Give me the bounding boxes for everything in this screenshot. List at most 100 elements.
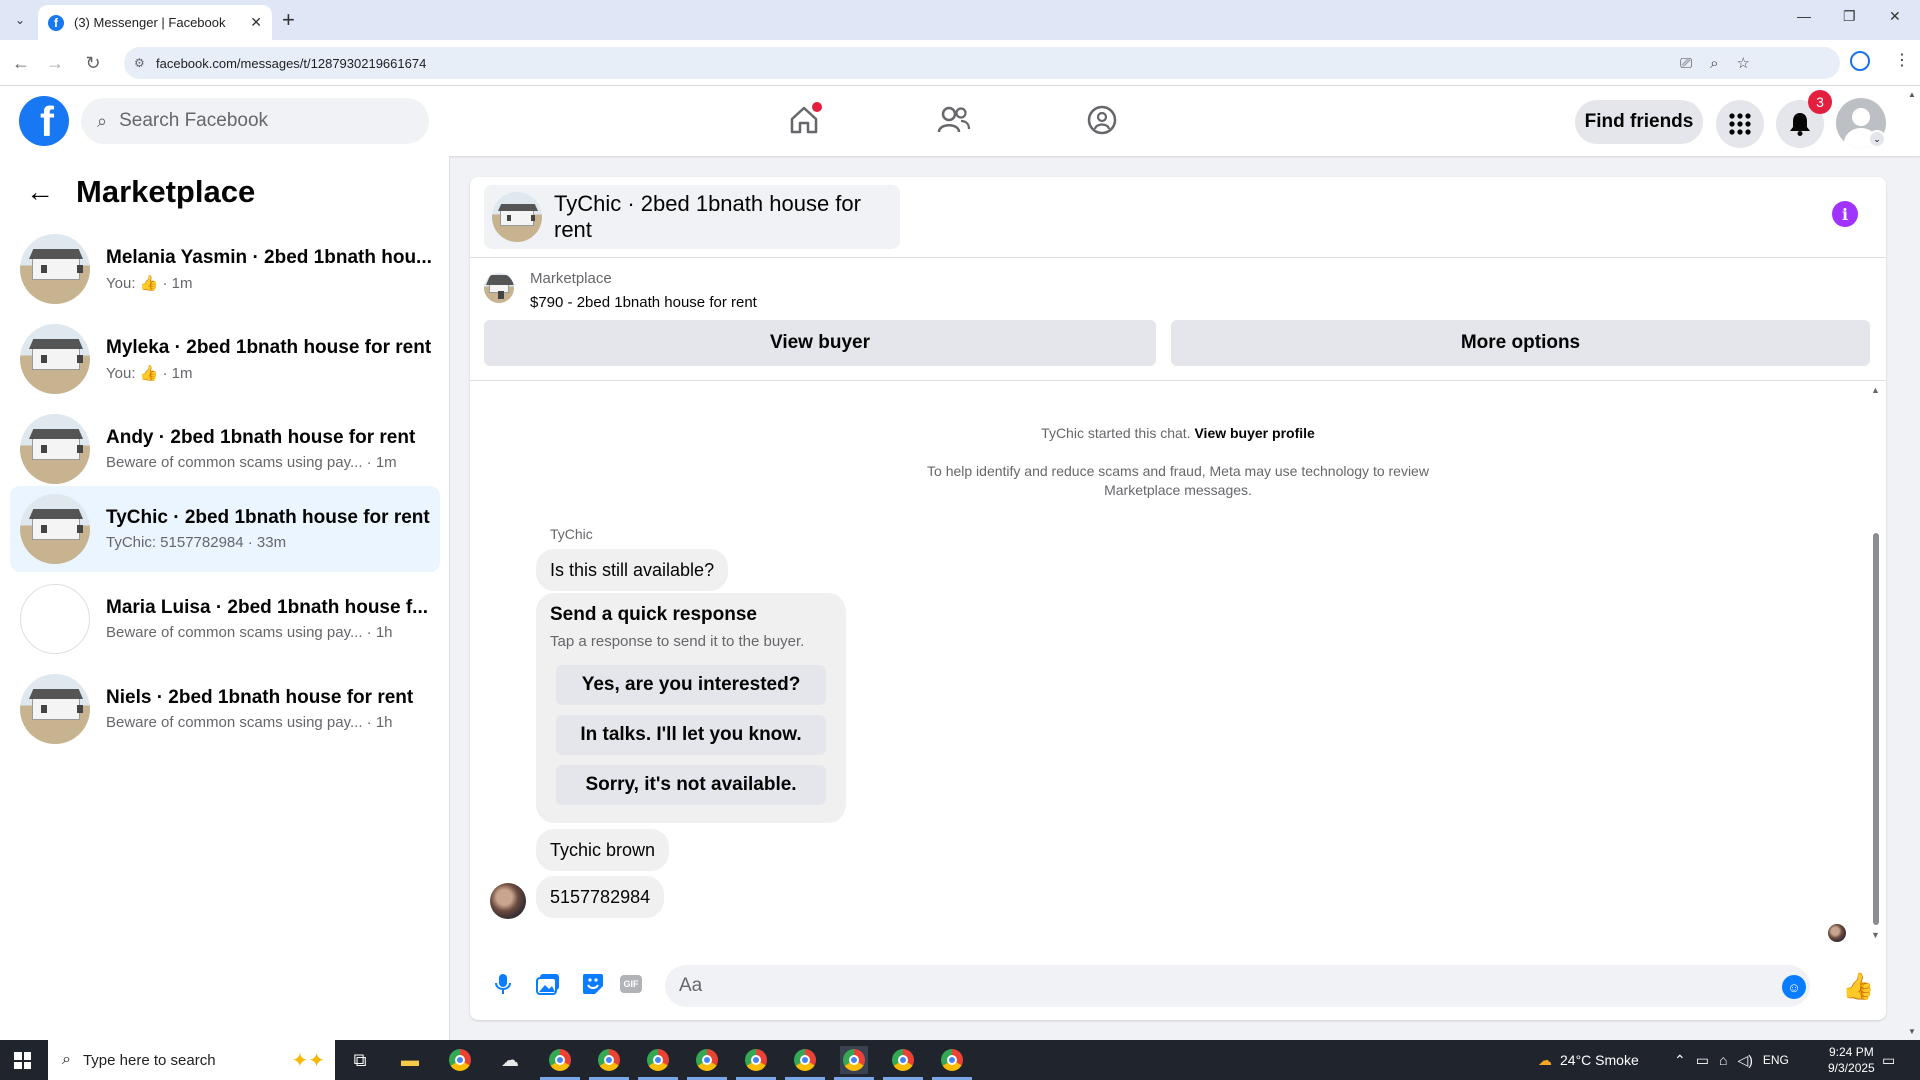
chrome-window-icon[interactable] — [883, 1046, 923, 1080]
view-buyer-button[interactable]: View buyer — [484, 320, 1156, 366]
message-bubble: Tychic brown — [536, 829, 670, 871]
conversation-name: Myleka · 2bed 1bnath house for rent — [106, 336, 432, 358]
listing-source: Marketplace — [530, 270, 612, 287]
groups-nav-icon[interactable] — [1082, 100, 1122, 140]
menu-grid-icon[interactable] — [1716, 100, 1764, 148]
chrome-window-icon[interactable] — [932, 1046, 972, 1080]
facebook-logo-icon[interactable]: f — [19, 96, 69, 146]
divider — [470, 257, 1886, 258]
chrome-window-icon[interactable] — [540, 1046, 580, 1080]
seen-receipt-avatar — [1828, 924, 1846, 942]
scroll-down-arrow-icon[interactable]: ▼ — [1871, 930, 1880, 940]
gif-icon[interactable]: GIF — [620, 975, 642, 993]
restore-icon[interactable]: ❐ — [1843, 8, 1856, 25]
chrome-window-icon[interactable] — [834, 1046, 874, 1080]
app-icon[interactable]: ☁ — [496, 1046, 524, 1074]
quick-response-not-available-button[interactable]: Sorry, it's not available. — [556, 765, 826, 805]
site-info-icon[interactable]: ⚙ — [134, 56, 145, 70]
conversation-name: Maria Luisa · 2bed 1bnath house f... — [106, 597, 428, 618]
network-icon[interactable]: ⌂ — [1719, 1052, 1727, 1068]
conversation-item-myleka[interactable]: Myleka · 2bed 1bnath house for rent You:… — [10, 316, 440, 402]
chrome-window-icon[interactable] — [589, 1046, 629, 1080]
clock-date: 9/3/2025 — [1828, 1061, 1875, 1075]
taskbar-search[interactable]: ⌕ Type here to search ✦✦ — [48, 1040, 335, 1080]
sender-avatar[interactable] — [490, 883, 526, 919]
listing-thumbnail — [20, 234, 90, 304]
taskbar-search-placeholder: Type here to search — [82, 1051, 216, 1069]
action-center-icon[interactable]: ▭ — [1882, 1040, 1895, 1080]
search-icon: ⌕ — [97, 110, 108, 131]
language-indicator[interactable]: ENG — [1763, 1053, 1789, 1067]
info-icon[interactable]: i — [1832, 201, 1858, 227]
window-close-icon[interactable]: ✕ — [1889, 8, 1901, 25]
chrome-window-icon[interactable] — [785, 1046, 825, 1080]
conversation-item-andy[interactable]: Andy · 2bed 1bnath house for rent Beware… — [10, 406, 440, 492]
zoom-icon[interactable]: ⌕ — [1710, 55, 1718, 72]
file-explorer-icon[interactable]: ▬ — [396, 1046, 424, 1074]
conversation-item-melania[interactable]: Melania Yasmin · 2bed 1bnath hou... You:… — [10, 226, 440, 312]
listing-thumbnail — [20, 324, 90, 394]
like-send-icon[interactable]: 👍 — [1842, 971, 1874, 1002]
friends-nav-icon[interactable] — [934, 100, 974, 140]
chat-title: TyChic · 2bed 1bnath house for rent — [554, 191, 861, 242]
quick-response-subtitle: Tap a response to send it to the buyer. — [550, 633, 805, 650]
browser-profile-icon[interactable] — [1850, 51, 1870, 71]
task-view-icon[interactable]: ⧉ — [346, 1046, 374, 1074]
back-arrow-icon[interactable]: ← — [26, 176, 54, 208]
page-scroll-down-icon[interactable]: ▼ — [1908, 1027, 1916, 1036]
tab-list-chevron-icon[interactable]: ⌄ — [8, 8, 32, 32]
chrome-profile-app-icon[interactable] — [446, 1046, 474, 1074]
conversation-name: Melania Yasmin · 2bed 1bnath hou... — [106, 246, 432, 268]
scroll-up-arrow-icon[interactable]: ▲ — [1871, 385, 1880, 395]
emoji-icon[interactable]: ☺ — [1782, 975, 1806, 999]
chat-started-notice: TyChic started this chat. View buyer pro… — [1041, 425, 1315, 441]
quick-response-yes-button[interactable]: Yes, are you interested? — [556, 665, 826, 705]
conversation-preview: You: 👍 · 1m — [106, 364, 193, 382]
conversation-preview: You: 👍 · 1m — [106, 274, 193, 292]
message-input[interactable] — [665, 965, 1810, 1007]
listing-thumbnail — [492, 192, 542, 242]
install-app-icon[interactable]: ⎚ — [1680, 55, 1692, 72]
find-friends-button[interactable]: Find friends — [1575, 100, 1703, 144]
quick-response-in-talks-button[interactable]: In talks. I'll let you know. — [556, 715, 826, 755]
clock[interactable]: 9:24 PM 9/3/2025 — [1828, 1044, 1875, 1076]
listing-price-title[interactable]: $790 - 2bed 1bnath house for rent — [530, 294, 757, 311]
bookmark-star-icon[interactable]: ☆ — [1737, 54, 1750, 72]
url-bar[interactable]: ⚙ facebook.com/messages/t/12879302196616… — [124, 47, 1840, 79]
quick-response-title: Send a quick response — [550, 604, 757, 625]
system-tray: ⌃ ▭ ⌂ ◁) ENG — [1674, 1040, 1789, 1080]
volume-icon[interactable]: ◁) — [1737, 1052, 1752, 1069]
sticker-icon[interactable] — [580, 971, 606, 997]
scrollbar-thumb[interactable] — [1873, 533, 1879, 925]
weather-widget[interactable]: ☁ 24°C Smoke — [1538, 1040, 1639, 1080]
microphone-icon[interactable] — [490, 971, 516, 997]
listing-thumbnail — [20, 584, 90, 654]
back-icon[interactable]: ← — [10, 52, 32, 74]
conversation-item-tychic[interactable]: TyChic · 2bed 1bnath house for rent TyCh… — [10, 486, 440, 572]
close-tab-icon[interactable]: ✕ — [250, 14, 262, 31]
conversation-item-maria-luisa[interactable]: Maria Luisa · 2bed 1bnath house f... Bew… — [10, 576, 440, 662]
page-scroll-up-icon[interactable]: ▲ — [1908, 90, 1916, 99]
account-chevron-down-icon[interactable]: ⌄ — [1868, 130, 1886, 148]
facebook-search-input[interactable]: ⌕ Search Facebook — [81, 98, 429, 144]
chat-scrollbar[interactable]: ▲ ▼ — [1870, 385, 1882, 945]
view-buyer-profile-link[interactable]: View buyer profile — [1194, 425, 1314, 441]
chat-header[interactable]: TyChic · 2bed 1bnath house for rent — [484, 185, 900, 249]
conversation-item-niels[interactable]: Niels · 2bed 1bnath house for rent Bewar… — [10, 666, 440, 752]
browser-menu-icon[interactable]: ⋮ — [1894, 50, 1910, 70]
more-options-button[interactable]: More options — [1171, 320, 1870, 366]
reload-icon[interactable]: ↻ — [82, 52, 104, 74]
windows-start-icon[interactable] — [14, 1052, 31, 1069]
meet-icon[interactable]: ▭ — [1696, 1052, 1709, 1069]
forward-icon[interactable]: → — [44, 52, 66, 74]
quick-response-card: Send a quick response Tap a response to … — [536, 593, 846, 823]
photo-attach-icon[interactable] — [535, 971, 561, 997]
minimize-icon[interactable]: — — [1797, 8, 1811, 24]
browser-tab[interactable]: f (3) Messenger | Facebook ✕ — [38, 5, 272, 40]
tray-chevron-icon[interactable]: ⌃ — [1674, 1052, 1686, 1069]
new-tab-icon[interactable]: + — [282, 8, 295, 32]
thumbs-up-icon: 👍 — [139, 364, 159, 382]
chrome-window-icon[interactable] — [736, 1046, 776, 1080]
chrome-window-icon[interactable] — [638, 1046, 678, 1080]
chrome-window-icon[interactable] — [687, 1046, 727, 1080]
